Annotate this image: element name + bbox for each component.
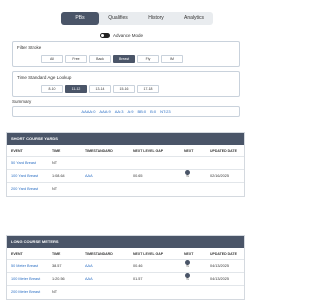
age-option-13-14[interactable]: 13-14 [89, 85, 111, 93]
stroke-option-fly[interactable]: Fly [137, 55, 159, 63]
next-badge: S [185, 170, 190, 178]
table-row: 50 Yard Breast NT [7, 157, 244, 170]
filter-stroke-title: Filter Stroke [17, 45, 42, 50]
date-cell: 02/16/2025 [210, 174, 230, 178]
age-option-8-10[interactable]: 8-10 [41, 85, 63, 93]
col-updated-date: UPDATED DATE [210, 252, 237, 256]
filter-stroke-box: Filter Stroke All Free Back Breast Fly I… [12, 41, 240, 67]
date-cell: 04/13/2025 [210, 277, 230, 281]
short-course-header-row: EVENT TIME TIMESTANDARD NEXT LEVEL GAP N… [7, 145, 244, 157]
table-row: 200 Meter Breast NT [7, 286, 244, 299]
col-next-level-gap: NEXT LEVEL GAP [133, 149, 164, 153]
filter-stroke-options: All Free Back Breast Fly IM [41, 55, 183, 63]
tab-analytics[interactable]: Analytics [175, 12, 213, 25]
gap-cell: 01.57 [133, 277, 143, 281]
col-time: TIME [52, 149, 61, 153]
stroke-option-back[interactable]: Back [89, 55, 111, 63]
col-next-level-gap: NEXT LEVEL GAP [133, 252, 164, 256]
event-link[interactable]: 50 Meter Breast [11, 260, 38, 273]
summary-item[interactable]: AA:3 [115, 109, 124, 114]
table-row: 100 Meter Breast 1:20.56 AAA 01.57 S 04/… [7, 273, 244, 286]
col-next: NEXT [184, 252, 194, 256]
summary-item[interactable]: AAAA:0 [81, 109, 95, 114]
age-lookup-options: 8-10 11-12 13-14 15-16 17-18 [41, 85, 159, 93]
table-row: 100 Yard Breast 1:08.64 AAA 00.65 S 02/1… [7, 170, 244, 183]
time-cell: NT [52, 187, 58, 191]
time-cell: NT [52, 290, 58, 294]
event-link[interactable]: 200 Meter Breast [11, 286, 40, 299]
tab-history[interactable]: History [137, 12, 175, 25]
next-badge: S [185, 273, 190, 281]
col-updated-date: UPDATED DATE [210, 149, 237, 153]
col-event: EVENT [11, 252, 23, 256]
short-course-table: SHORT COURSE YARDS EVENT TIME TIMESTANDA… [6, 132, 245, 197]
stroke-option-all[interactable]: All [41, 55, 63, 63]
gap-cell: 00.46 [133, 264, 143, 268]
gap-cell: 00.65 [133, 174, 143, 178]
table-row: 200 Yard Breast NT [7, 183, 244, 196]
date-cell: 04/13/2025 [210, 264, 230, 268]
summary-item[interactable]: AAA:9 [99, 109, 110, 114]
long-course-table: LONG COURSE METERS EVENT TIME TIMESTANDA… [6, 235, 245, 300]
timestandard-link[interactable]: AAA [85, 273, 93, 286]
col-timestandard: TIMESTANDARD [85, 252, 113, 256]
main-tabs: PBs Qualifies History Analytics [61, 12, 213, 25]
time-cell: 1:08.64 [52, 174, 65, 178]
table-row: 50 Meter Breast 38.57 AAA 00.46 S 04/13/… [7, 260, 244, 273]
age-lookup-box: Time Standard Age Lookup 8-10 11-12 13-1… [12, 71, 240, 97]
tab-qualifies[interactable]: Qualifies [99, 12, 137, 25]
col-time: TIME [52, 252, 61, 256]
advance-mode-toggle[interactable] [100, 32, 110, 38]
age-option-15-16[interactable]: 15-16 [113, 85, 135, 93]
summary-item[interactable]: BB:0 [137, 109, 146, 114]
col-timestandard: TIMESTANDARD [85, 149, 113, 153]
stroke-option-free[interactable]: Free [65, 55, 87, 63]
timestandard-link[interactable]: AAA [85, 170, 93, 183]
summary-item[interactable]: NT:23 [160, 109, 170, 114]
timestandard-link[interactable]: AAA [85, 260, 93, 273]
time-cell: 1:20.56 [52, 277, 65, 281]
event-link[interactable]: 50 Yard Breast [11, 157, 36, 170]
age-option-11-12[interactable]: 11-12 [65, 85, 87, 93]
stroke-option-breast[interactable]: Breast [113, 55, 135, 63]
summary-box: AAAA:0 AAA:9 AA:3 A:9 BB:0 B:0 NT:23 [12, 106, 240, 117]
summary-title: Summary [12, 99, 32, 104]
col-next: NEXT [184, 149, 194, 153]
summary-item[interactable]: B:0 [150, 109, 156, 114]
age-lookup-title: Time Standard Age Lookup [17, 75, 72, 80]
advance-mode: Advance Mode [100, 31, 143, 39]
event-link[interactable]: 200 Yard Breast [11, 183, 38, 196]
col-event: EVENT [11, 149, 23, 153]
time-cell: 38.57 [52, 264, 62, 268]
tab-pbs[interactable]: PBs [61, 12, 99, 25]
long-course-header-row: EVENT TIME TIMESTANDARD NEXT LEVEL GAP N… [7, 248, 244, 260]
stroke-option-im[interactable]: IM [161, 55, 183, 63]
summary-item[interactable]: A:9 [127, 109, 133, 114]
event-link[interactable]: 100 Yard Breast [11, 170, 38, 183]
next-badge: S [185, 260, 190, 268]
event-link[interactable]: 100 Meter Breast [11, 273, 40, 286]
short-course-title: SHORT COURSE YARDS [7, 133, 244, 145]
long-course-title: LONG COURSE METERS [7, 236, 244, 248]
age-option-17-18[interactable]: 17-18 [137, 85, 159, 93]
time-cell: NT [52, 161, 58, 165]
advance-mode-label: Advance Mode [113, 32, 144, 38]
